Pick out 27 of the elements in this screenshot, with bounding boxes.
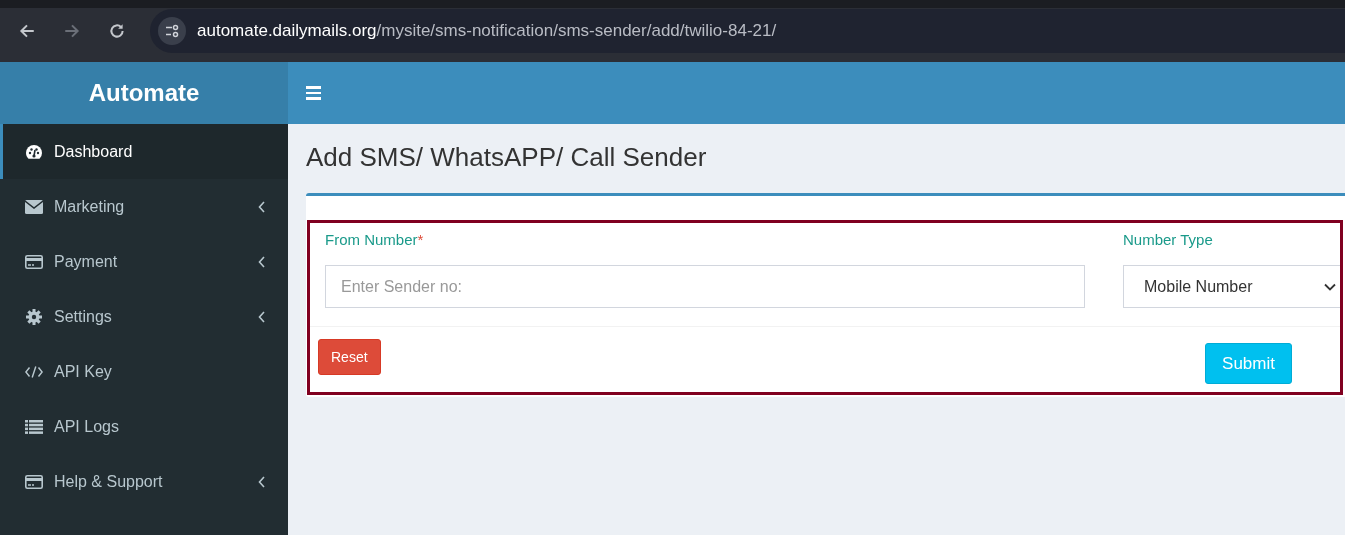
menu-icon[interactable] [306, 86, 321, 100]
credit-card-icon [25, 254, 43, 269]
back-icon[interactable] [18, 22, 36, 40]
sidebar-item[interactable]: API Key [0, 344, 288, 399]
sidebar-item[interactable]: Dashboard [0, 124, 288, 179]
sender-number-field[interactable]: Enter Sender no: [325, 265, 1085, 308]
page-title: Add SMS/ WhatsAPP/ Call Sender [306, 142, 708, 174]
sidebar-item[interactable]: API Logs [0, 399, 288, 454]
reset-button[interactable]: Reset [318, 339, 381, 375]
field-label: From Number* [325, 231, 425, 250]
envelope-icon [25, 199, 43, 214]
sidebar-item[interactable]: Help & Support [0, 454, 288, 509]
sidebar-item[interactable]: Settings [0, 289, 288, 344]
sidebar-item[interactable]: Marketing [0, 179, 288, 234]
number-type-dropdown[interactable]: Mobile Number [1123, 265, 1340, 308]
site-settings-icon[interactable] [158, 17, 186, 45]
chevron-down-icon [1324, 282, 1336, 291]
dashboard-gauge-icon [25, 143, 43, 160]
credit-card-icon [25, 474, 43, 489]
brand-logo-text[interactable]: Automate [88, 79, 200, 107]
field-label: Number Type [1123, 231, 1214, 250]
reload-icon[interactable] [108, 22, 126, 40]
gear-icon [26, 308, 42, 325]
sidebar-item[interactable]: Payment [0, 234, 288, 289]
list-icon [25, 419, 43, 434]
code-icon [25, 364, 43, 379]
forward-icon[interactable] [63, 22, 81, 40]
